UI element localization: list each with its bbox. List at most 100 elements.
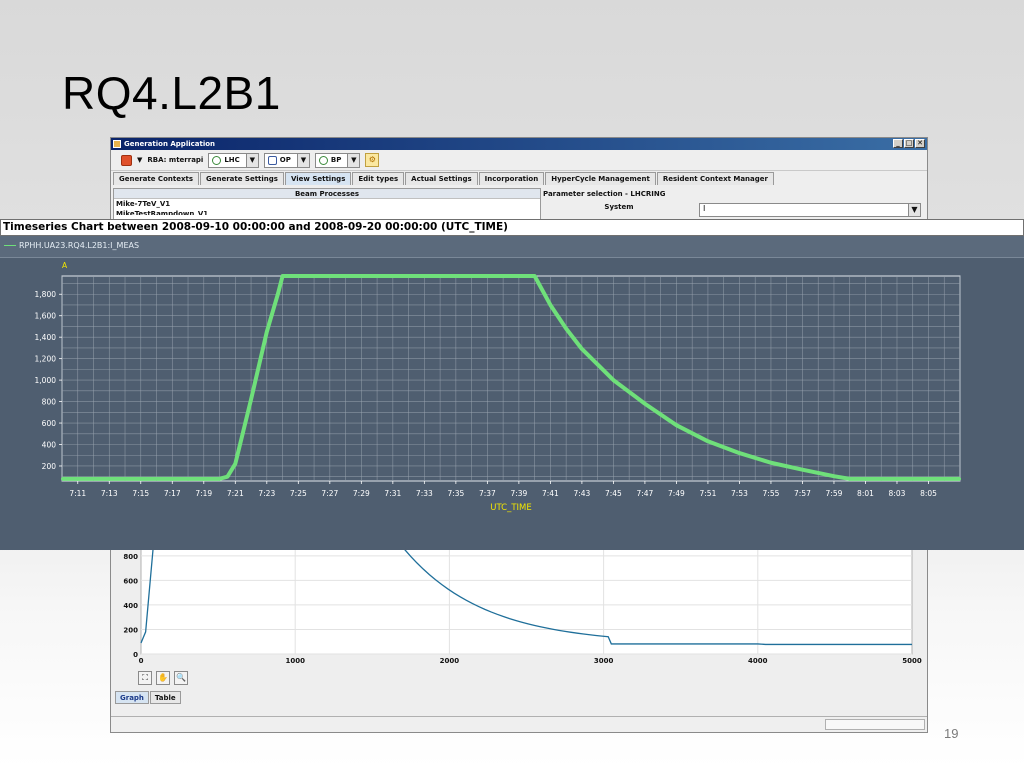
- x-tick-label: 8:03: [889, 489, 906, 498]
- x-tick-label: 7:43: [573, 489, 590, 498]
- y-tick-label: 800: [42, 398, 57, 407]
- x-tick-label: 4000: [748, 657, 768, 665]
- y-tick-label: 1,400: [35, 333, 57, 342]
- y-tick-label: 400: [123, 602, 138, 610]
- maximize-button[interactable]: □: [904, 139, 914, 148]
- tab-incorporation[interactable]: Incorporation: [478, 172, 545, 185]
- bottom-tabs: Graph Table: [115, 691, 181, 704]
- x-axis-label: UTC_TIME: [490, 503, 532, 513]
- window-titlebar: Generation Application _ □ ✕: [111, 138, 927, 150]
- x-tick-label: 7:39: [510, 489, 527, 498]
- tab-graph[interactable]: Graph: [115, 691, 149, 704]
- x-tick-label: 7:59: [826, 489, 843, 498]
- tab-generate-settings[interactable]: Generate Settings: [199, 172, 284, 185]
- x-tick-label: 7:49: [668, 489, 685, 498]
- tab-table[interactable]: Table: [149, 691, 181, 704]
- x-tick-label: 7:53: [731, 489, 748, 498]
- x-tick-label: 7:47: [636, 489, 653, 498]
- x-tick-label: 7:29: [353, 489, 370, 498]
- x-tick-label: 7:15: [132, 489, 149, 498]
- list-item[interactable]: MikeTestRampdown_V1: [114, 209, 540, 215]
- slide-number: 19: [944, 726, 959, 741]
- x-tick-label: 3000: [594, 657, 614, 665]
- app-icon: [113, 140, 121, 148]
- close-button[interactable]: ✕: [915, 139, 925, 148]
- power-icon[interactable]: [121, 154, 132, 166]
- x-tick-label: 2000: [440, 657, 460, 665]
- zoom-icon[interactable]: 🔍: [174, 671, 188, 685]
- tab-edit-types[interactable]: Edit types: [352, 172, 405, 185]
- y-tick-label: 1,600: [35, 312, 57, 321]
- x-tick-label: 7:57: [794, 489, 811, 498]
- beam-processes-panel: Beam Processes Mike-7TeV_V1 MikeTestRamp…: [113, 188, 541, 220]
- beam-process-select[interactable]: BP ▼: [314, 152, 361, 168]
- y-tick-label: 200: [123, 626, 138, 634]
- plot-controls: ⛶ ✋ 🔍: [138, 671, 188, 685]
- x-tick-label: 7:25: [290, 489, 307, 498]
- tab-resident-context-manager[interactable]: Resident Context Manager: [656, 172, 774, 185]
- y-tick-label: 600: [123, 577, 138, 585]
- x-tick-label: 7:13: [101, 489, 118, 498]
- settings-plot: 80060040020000 1000 2000 3000 4000 5000: [123, 546, 922, 665]
- x-tick-label: 7:17: [164, 489, 181, 498]
- x-tick-label: 5000: [902, 657, 922, 665]
- timeseries-chart: 200 400 600 800 1,000 1,200 1,400 1,600 1,800 7:1…: [35, 261, 961, 513]
- list-item[interactable]: Mike-7TeV_V1: [114, 199, 540, 209]
- timeseries-panel: RPHH.UA23.RQ4.L2B1:I_MEAS 200 400 600 800 1,…: [0, 236, 1024, 550]
- x-tick-label: 7:37: [479, 489, 496, 498]
- minimize-button[interactable]: _: [893, 139, 903, 148]
- x-tick-label: 7:11: [69, 489, 86, 498]
- x-tick-label: 7:33: [416, 489, 433, 498]
- series-line: [62, 274, 960, 481]
- beam-processes-header: Beam Processes: [114, 189, 540, 199]
- window-title: Generation Application: [124, 140, 216, 148]
- x-tick-label: 7:35: [447, 489, 464, 498]
- fit-icon[interactable]: ⛶: [138, 671, 152, 685]
- plot-area: [61, 275, 961, 482]
- y-tick-label: 1,800: [35, 290, 57, 299]
- tab-actual-settings[interactable]: Actual Settings: [405, 172, 478, 185]
- x-tick-label: 8:01: [857, 489, 874, 498]
- chevron-down-icon[interactable]: ▼: [908, 204, 920, 216]
- caret-down-icon[interactable]: ▼: [137, 156, 142, 164]
- timeseries-title: Timeseries Chart between 2008-09-10 00:0…: [0, 219, 1024, 236]
- refresh-icon: [318, 155, 328, 165]
- toolbar: ▼ RBA: mterrapi LHC ▼ OP ▼ BP ▼ ⚙: [111, 150, 927, 171]
- parameter-field-value: I: [703, 204, 706, 213]
- chevron-down-icon[interactable]: ▼: [347, 153, 360, 167]
- y-tick-label: 200: [42, 462, 57, 471]
- x-tick-label: 7:19: [195, 489, 212, 498]
- tab-view-settings[interactable]: View Settings: [284, 172, 352, 185]
- parameter-selection-title: Parameter selection - LHCRING: [543, 190, 666, 198]
- x-tick-label: 7:21: [227, 489, 244, 498]
- mode-icon: [267, 155, 277, 165]
- y-axis-label: A: [62, 261, 68, 270]
- tab-generate-contexts[interactable]: Generate Contexts: [113, 172, 199, 185]
- y-tick-label: 400: [42, 441, 57, 450]
- chevron-down-icon[interactable]: ▼: [245, 153, 258, 167]
- x-tick-label: 7:41: [542, 489, 559, 498]
- status-cell: [825, 719, 925, 730]
- chevron-down-icon[interactable]: ▼: [296, 153, 309, 167]
- y-tick-label: 800: [123, 553, 138, 561]
- radio-icon: [212, 155, 222, 165]
- y-tick-label: 1,200: [35, 355, 57, 364]
- x-tick-label: 7:45: [605, 489, 622, 498]
- x-tick-label: 8:05: [920, 489, 937, 498]
- x-tick-label: 7:27: [321, 489, 338, 498]
- y-tick-label: 1,000: [35, 376, 57, 385]
- rba-label: RBA: mterrapi: [147, 156, 204, 164]
- parameter-field[interactable]: I ▼: [699, 203, 921, 217]
- wrench-icon[interactable]: ⚙: [365, 153, 380, 167]
- machine-select[interactable]: LHC ▼: [208, 152, 259, 168]
- x-tick-label: 7:51: [700, 489, 717, 498]
- hand-icon[interactable]: ✋: [156, 671, 170, 685]
- x-tick-label: 7:23: [258, 489, 275, 498]
- status-bar: [111, 716, 927, 732]
- x-tick-label: 7:55: [763, 489, 780, 498]
- mode-select[interactable]: OP ▼: [263, 152, 310, 168]
- plot-area: [140, 546, 913, 655]
- x-tick-label: 7:31: [384, 489, 401, 498]
- tab-hypercycle-management[interactable]: HyperCycle Management: [545, 172, 656, 185]
- main-tabs: Generate Contexts Generate Settings View…: [111, 172, 927, 186]
